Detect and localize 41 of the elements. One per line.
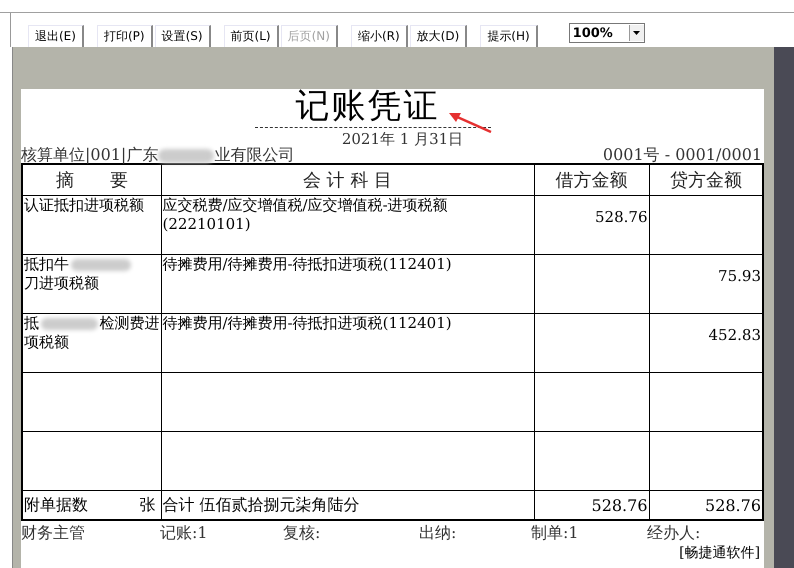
toolbar-button[interactable]: 设置(S) — [154, 25, 211, 47]
voucher-title: 记账凭证 — [294, 89, 441, 123]
signature-label: 复核: — [283, 523, 322, 544]
table-cell: 合计 伍佰贰拾捌元柒角陆分 — [161, 490, 534, 520]
company-name: 业有限公司 — [214, 147, 294, 163]
attachments-unit: 张 — [140, 494, 156, 516]
toolbar-button[interactable]: 提示(H) — [480, 25, 538, 47]
blur-mark — [41, 318, 98, 330]
table-cell: 528.76 — [534, 196, 649, 254]
company-name: 核算单位|001|广东 — [21, 147, 158, 163]
zoom-dropdown[interactable]: 100% — [568, 23, 645, 43]
column-header: 借方金额 — [534, 164, 649, 196]
annotation-arrow — [447, 112, 493, 134]
toolbar-button[interactable]: 放大(D) — [410, 25, 468, 47]
signature-label: 记账:1 — [160, 523, 209, 544]
summary-text: 检测费进 — [100, 314, 160, 333]
voucher-date: 2021年 1 月31日 — [340, 130, 464, 148]
summary-text: 刀进项税额 — [24, 274, 99, 293]
software-name: [畅捷通软件] — [679, 545, 760, 561]
summary-text: 认证抵扣进项税额 — [24, 196, 144, 215]
table-cell: 待摊费用/待摊费用-待抵扣进项税(112401) — [161, 254, 534, 314]
signature-label: 制单:1 — [531, 523, 580, 544]
toolbar-button[interactable]: 打印(P) — [96, 25, 153, 47]
column-header: 摘 要 — [22, 164, 161, 196]
signature-label: 出纳: — [419, 523, 458, 544]
summary-text: 项税额 — [24, 333, 69, 352]
toolbar-button[interactable]: 缩小(R) — [350, 25, 408, 47]
summary-text: 抵扣牛 — [24, 255, 69, 274]
voucher-number: 0001号 - 0001/0001 — [602, 147, 764, 163]
summary-text: 抵 — [24, 314, 39, 333]
toolbar-button[interactable]: 前页(L) — [224, 25, 279, 47]
signature-label: 财务主管 — [21, 523, 86, 544]
table-cell: 应交税费/应交增值税/应交增值税-进项税额(22210101) — [161, 196, 534, 254]
signature-label: 经办人: — [647, 523, 700, 544]
toolbar-button[interactable]: 退出(E) — [28, 25, 84, 47]
dropdown-arrow-icon — [633, 31, 640, 35]
column-header: 会 计 科 目 — [161, 164, 534, 196]
blur-mark — [71, 258, 131, 270]
blur-mark — [158, 149, 214, 163]
table-cell: 待摊费用/待摊费用-待抵扣进项税(112401) — [161, 314, 534, 372]
attachments-label: 附单据数 — [24, 494, 88, 516]
